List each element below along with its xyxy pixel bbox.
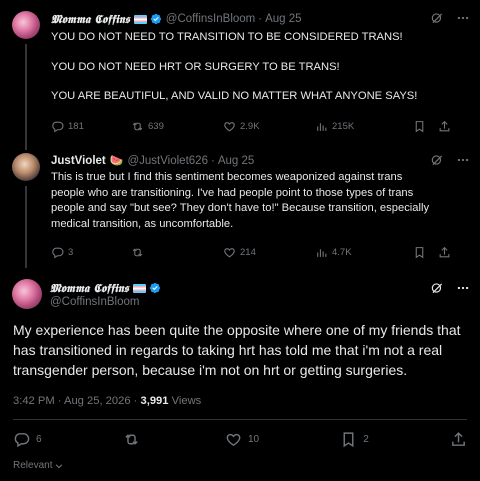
handle[interactable]: @CoffinsInBloom: [50, 296, 139, 308]
repost-button[interactable]: [131, 246, 223, 259]
timestamp[interactable]: 3:42 PM · Aug 25, 2026 ·: [13, 395, 141, 407]
separator-dot: ·: [258, 13, 263, 25]
avatar[interactable]: [12, 153, 40, 181]
views-count: 215K: [332, 121, 355, 132]
views-icon: [317, 249, 327, 257]
tweet1-actions: 181 639 2.9K 215K: [51, 120, 466, 133]
share-icon[interactable]: [450, 431, 467, 448]
main-actions: 6 10 2: [13, 431, 467, 448]
bookmark-count: 2: [363, 434, 369, 445]
like-count: 214: [240, 247, 256, 258]
more-icon[interactable]: [456, 153, 470, 167]
more-icon[interactable]: [456, 11, 470, 25]
like-icon: [224, 248, 235, 258]
like-button[interactable]: 214: [223, 246, 315, 259]
display-name[interactable]: 𝕸𝖔𝖒𝖒𝖆 𝕮𝖔𝖋𝖋𝖎𝖓𝖘: [50, 281, 129, 295]
verified-icon: [150, 13, 161, 25]
sort-label: Relevant: [13, 460, 53, 471]
repost-icon: [132, 122, 143, 131]
timestamp[interactable]: Aug 25: [218, 154, 254, 168]
tweet1-header: 𝕸𝖔𝖒𝖒𝖆 𝕮𝖔𝖋𝖋𝖎𝖓𝖘 @CoffinsInBloom · Aug 25: [51, 12, 302, 26]
handle[interactable]: @CoffinsInBloom: [166, 12, 255, 26]
tweet-paragraph: YOU DO NOT NEED TO TRANSITION TO BE CONS…: [51, 31, 403, 43]
grok-icon[interactable]: [430, 153, 444, 167]
watermelon-emoji: 🍉: [109, 155, 124, 167]
divider: [13, 419, 467, 420]
tweet2-text: This is true but I find this sentiment b…: [51, 170, 431, 232]
timestamp[interactable]: Aug 25: [265, 12, 301, 26]
main-top-actions: [430, 281, 470, 295]
reply-button[interactable]: 6: [13, 431, 42, 448]
repost-icon: [132, 248, 143, 257]
tweet-paragraph: YOU DO NOT NEED HRT OR SURGERY TO BE TRA…: [51, 60, 340, 73]
views-button[interactable]: 4.7K: [315, 246, 413, 259]
reply-count: 181: [68, 121, 84, 132]
display-name[interactable]: 𝕸𝖔𝖒𝖒𝖆 𝕮𝖔𝖋𝖋𝖎𝖓𝖘: [51, 12, 130, 26]
reply-icon: [14, 433, 30, 448]
reply-button[interactable]: 181: [51, 120, 131, 133]
handle[interactable]: @JustViolet626: [127, 154, 208, 168]
share-icon[interactable]: [438, 246, 451, 259]
avatar[interactable]: [12, 279, 42, 309]
bookmark-icon[interactable]: [413, 120, 426, 133]
repost-count: 639: [148, 121, 164, 132]
bookmark-button[interactable]: 2: [340, 431, 369, 448]
display-name[interactable]: JustViolet: [51, 154, 106, 168]
views-button[interactable]: 215K: [315, 120, 413, 133]
like-button[interactable]: 2.9K: [223, 120, 315, 133]
trans-flag-icon: [132, 283, 146, 293]
tweet2-top-actions: [430, 153, 470, 167]
like-icon: [224, 122, 235, 132]
views-count: 4.7K: [332, 247, 352, 258]
reply-count: 6: [36, 434, 42, 445]
like-count: 2.9K: [240, 121, 260, 132]
main-tweet-text: My experience has been quite the opposit…: [13, 322, 461, 378]
more-icon[interactable]: [456, 281, 470, 295]
views-icon: [317, 123, 327, 131]
tweet2-header: JustViolet 🍉 @JustViolet626 · Aug 25: [51, 154, 254, 168]
grok-icon[interactable]: [430, 281, 444, 295]
avatar[interactable]: [12, 11, 40, 39]
grok-icon[interactable]: [430, 11, 444, 25]
chevron-down-icon: [56, 463, 63, 468]
repost-icon: [125, 434, 138, 445]
sort-replies-dropdown[interactable]: Relevant: [13, 460, 64, 471]
tweet2-actions: 3 214 4.7K: [51, 246, 466, 259]
reply-icon: [52, 247, 64, 259]
reply-icon: [52, 121, 64, 133]
bookmark-icon: [343, 432, 354, 448]
tweet-paragraph: This is true but I find this sentiment b…: [51, 171, 433, 230]
tweet1-text: YOU DO NOT NEED TO TRANSITION TO BE CONS…: [51, 30, 471, 105]
verified-icon: [149, 282, 160, 294]
thread-line: [25, 186, 27, 268]
views-count: 3,991: [140, 395, 169, 407]
like-icon: [226, 433, 241, 447]
main-header: 𝕸𝖔𝖒𝖒𝖆 𝕮𝖔𝖋𝖋𝖎𝖓𝖘: [50, 281, 161, 295]
reply-button[interactable]: 3: [51, 246, 131, 259]
tweet-paragraph: YOU ARE BEAUTIFUL, AND VALID NO MATTER W…: [51, 90, 418, 102]
bookmark-icon[interactable]: [413, 246, 426, 259]
thread-line: [25, 44, 27, 150]
repost-button[interactable]: [123, 431, 144, 448]
share-icon[interactable]: [438, 120, 451, 133]
reply-count: 3: [68, 247, 74, 258]
trans-flag-icon: [133, 14, 147, 24]
like-button[interactable]: 10: [225, 431, 259, 448]
tweet-meta: 3:42 PM · Aug 25, 2026 · 3,991 Views: [13, 395, 201, 407]
repost-button[interactable]: 639: [131, 120, 223, 133]
like-count: 10: [247, 434, 260, 445]
tweet1-top-actions: [430, 11, 470, 25]
views-label: Views: [168, 395, 202, 407]
separator-dot: ·: [210, 155, 215, 167]
